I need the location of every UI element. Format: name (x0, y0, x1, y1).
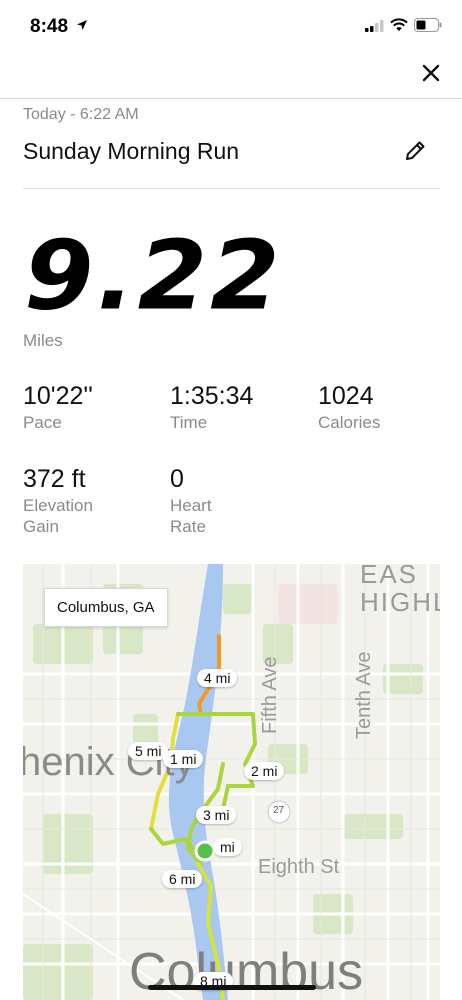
stat-label: Calories (318, 413, 381, 432)
status-bar: 8:48 (0, 0, 462, 54)
map-label-eighth-st: Eighth St (258, 856, 340, 878)
title-divider (23, 188, 440, 189)
mile-marker-1: 1 mi (163, 750, 204, 768)
stat-time: 1:35:34 Time (170, 382, 290, 433)
stat-label: Heart Rate (170, 496, 212, 536)
mile-marker-6: 6 mi (162, 870, 203, 888)
mile-marker-3: 3 mi (196, 806, 237, 824)
cell-signal-icon (365, 20, 384, 32)
map-label-columbus: Columbus (129, 943, 364, 1000)
header-divider (0, 98, 462, 99)
stat-pace: 10'22'' Pace (23, 382, 143, 433)
run-date: Today - 6:22 AM (23, 106, 139, 123)
mile-marker-partial: mi (213, 838, 242, 856)
status-time: 8:48 (30, 16, 69, 37)
map-label-tenth-ave: Tenth Ave (353, 651, 375, 739)
mile-marker-2: 2 mi (244, 762, 285, 780)
stat-heart-rate: 0 Heart Rate (170, 465, 230, 537)
stat-value: 1024 (318, 382, 374, 410)
map-label-east-highlands: EAS HIGHL (360, 564, 440, 617)
mile-marker-4: 4 mi (197, 669, 238, 687)
location-label[interactable]: Columbus, GA (44, 588, 168, 627)
stat-value: 1:35:34 (170, 382, 254, 410)
wifi-icon (390, 18, 408, 31)
home-indicator (148, 985, 316, 990)
stat-elevation-gain: 372 ft Elevation Gain (23, 465, 113, 537)
location-arrow-icon (77, 20, 87, 30)
map-label-fifth-ave: Fifth Ave (259, 656, 281, 734)
battery-icon (414, 18, 442, 32)
stat-value: 0 (170, 465, 184, 493)
run-title: Sunday Morning Run (23, 138, 240, 164)
close-icon[interactable] (418, 60, 444, 86)
distance-unit: Miles (23, 331, 63, 350)
stat-value: 10'22'' (23, 382, 93, 410)
stat-calories: 1024 Calories (318, 382, 438, 433)
stat-label: Time (170, 413, 208, 432)
route-map[interactable]: Columbus, GA EAS HIGHL Fifth Ave Tenth A… (23, 564, 440, 1000)
pencil-icon[interactable] (401, 137, 429, 165)
stat-label: Elevation Gain (23, 496, 93, 536)
stat-value: 372 ft (23, 465, 86, 493)
distance-value: 9.22 (24, 220, 283, 332)
highway-shield-label: 27 (273, 805, 285, 816)
stat-label: Pace (23, 413, 62, 432)
